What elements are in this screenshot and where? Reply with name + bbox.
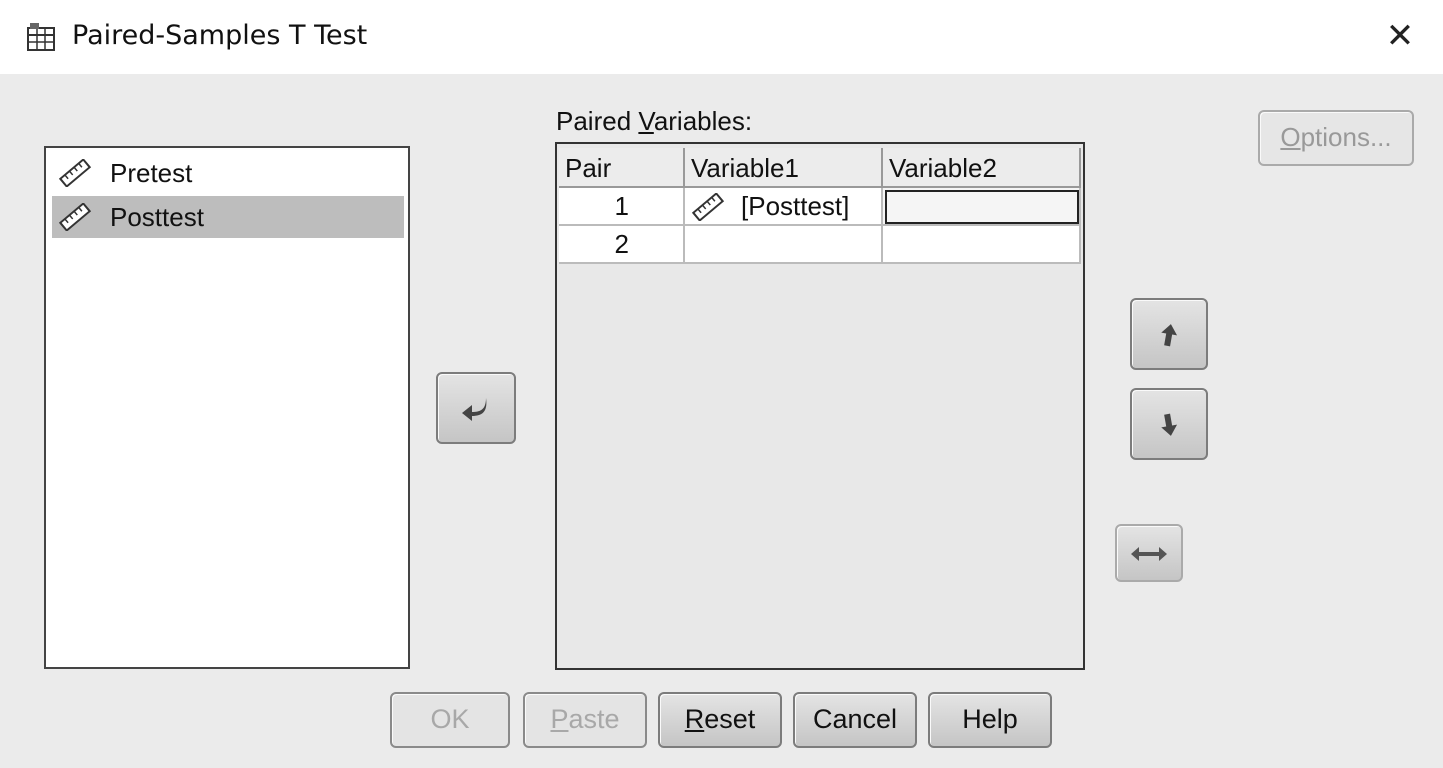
- title-bar: Paired-Samples T Test ✕: [0, 0, 1443, 74]
- move-down-button[interactable]: [1130, 388, 1208, 460]
- close-icon[interactable]: ✕: [1378, 14, 1422, 58]
- arrow-down-icon: [1161, 413, 1178, 436]
- variable1-cell[interactable]: [Posttest]: [685, 188, 883, 226]
- paired-variables-grid[interactable]: Pair Variable1 Variable2 1 [Posttest] 2: [555, 142, 1085, 670]
- variable1-value: [Posttest]: [741, 191, 850, 221]
- paste-button[interactable]: Paste: [523, 692, 647, 748]
- list-item-pretest[interactable]: Pretest: [52, 152, 404, 194]
- list-item-label: Pretest: [110, 158, 193, 188]
- cancel-button[interactable]: Cancel: [793, 692, 917, 748]
- variable1-cell[interactable]: [685, 226, 883, 264]
- column-header-variable1: Variable1: [685, 148, 883, 188]
- variable2-cell[interactable]: [883, 188, 1081, 226]
- list-item-label: Posttest: [110, 202, 204, 232]
- reset-button[interactable]: Reset: [658, 692, 782, 748]
- spss-dialog-icon: [27, 23, 55, 51]
- list-item-posttest[interactable]: Posttest: [52, 196, 404, 238]
- move-up-button[interactable]: [1130, 298, 1208, 370]
- scale-ruler-icon: [58, 203, 92, 231]
- variable2-cell[interactable]: [883, 226, 1081, 264]
- swap-button[interactable]: [1115, 524, 1183, 582]
- scale-ruler-icon: [58, 159, 92, 187]
- scale-ruler-icon: [691, 193, 725, 221]
- options-button[interactable]: Options...: [1258, 110, 1414, 166]
- column-header-pair: Pair: [559, 148, 685, 188]
- pair-number-cell: 1: [559, 188, 685, 226]
- help-button[interactable]: Help: [928, 692, 1052, 748]
- column-header-variable2: Variable2: [883, 148, 1081, 188]
- dialog-title: Paired-Samples T Test: [72, 20, 368, 51]
- transfer-arrow-icon: [462, 398, 487, 421]
- arrow-up-icon: [1161, 324, 1178, 347]
- swap-horizontal-icon: [1131, 547, 1167, 561]
- transfer-button[interactable]: [436, 372, 516, 444]
- ok-button[interactable]: OK: [390, 692, 510, 748]
- paired-variables-label: Paired Variables:: [556, 106, 753, 136]
- source-variable-list[interactable]: Pretest Posttest: [44, 146, 410, 669]
- pair-number-cell: 2: [559, 226, 685, 264]
